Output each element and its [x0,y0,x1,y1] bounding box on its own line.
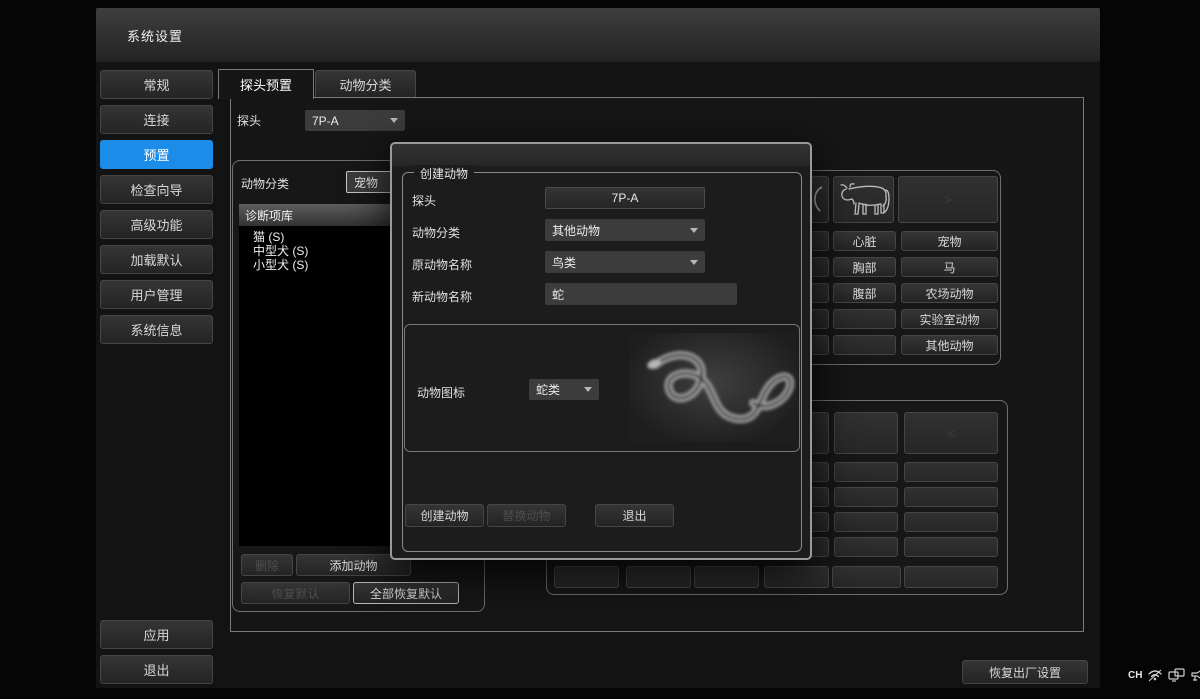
blank-icon-button[interactable] [834,412,898,454]
dialog-icon-label: 动物图标 [417,384,465,401]
dialog-category-label: 动物分类 [412,224,460,241]
dialog-exit-button[interactable]: 退出 [595,504,674,527]
delete-animal-button[interactable]: 删除 [241,554,293,576]
blank-slot-button[interactable] [904,462,998,482]
create-animal-dialog: 创建动物 探头 7P-A 动物分类 其他动物 原动物名称 鸟类 新动物名称 动物… [390,142,812,560]
restore-all-default-button[interactable]: 全部恢复默认 [353,582,459,604]
animal-icon-value: 蛇类 [536,381,560,398]
category-lab-button[interactable]: 实验室动物 [901,309,998,329]
prev-arrow-icon: < [947,426,955,441]
next-animal-button[interactable]: > [898,176,998,223]
prev-animal-button[interactable]: < [904,412,998,454]
animal-icon-preview [629,333,798,442]
snake-icon [629,333,798,442]
cow-icon [836,181,892,219]
category-other-button[interactable]: 其他动物 [901,335,998,355]
window-titlebar: 系统设置 [96,8,1100,62]
blank-slot-button[interactable] [834,512,898,532]
replace-animal-button[interactable]: 替换动物 [487,504,566,527]
blank-slot-button[interactable] [904,512,998,532]
blank-slot-button[interactable] [904,566,998,588]
dialog-probe-value: 7P-A [545,187,705,209]
blank-slot-button[interactable] [904,537,998,557]
bodypart-heart-button[interactable]: 心脏 [833,231,896,251]
blank-slot-button[interactable] [626,566,691,588]
category-horse-button[interactable]: 马 [901,257,998,277]
sidebar-item-system-info[interactable]: 系统信息 [100,315,213,344]
sidebar-item-exam-wizard[interactable]: 检查向导 [100,175,213,204]
sidebar-item-user-mgmt[interactable]: 用户管理 [100,280,213,309]
tab-animal-category[interactable]: 动物分类 [315,70,416,98]
dialog-category-value: 其他动物 [552,222,600,239]
probe-select-value: 7P-A [312,114,339,128]
factory-reset-button[interactable]: 恢复出厂设置 [962,660,1088,684]
blank-slot-button[interactable] [834,462,898,482]
tab-probe-preset[interactable]: 探头预置 [218,69,314,99]
dialog-title: 创建动物 [414,165,474,182]
probe-label: 探头 [237,112,261,129]
dialog-source-value: 鸟类 [552,254,576,271]
category-pets-button[interactable]: 宠物 [901,231,998,251]
animal-panel-title: 动物分类 [241,175,289,192]
dialog-source-select[interactable]: 鸟类 [545,251,705,273]
displays-icon [1168,668,1185,682]
sidebar-item-connect[interactable]: 连接 [100,105,213,134]
animal-category-value: 宠物 [354,174,378,191]
animal-icon-select[interactable]: 蛇类 [529,379,599,400]
status-tray: CH [1128,668,1200,682]
chevron-down-icon [390,118,398,123]
cow-icon-button[interactable] [833,176,894,223]
blank-slot-button[interactable] [833,335,896,355]
device-icon [1190,668,1200,682]
chevron-down-icon [690,228,698,233]
blank-slot-button[interactable] [904,487,998,507]
bodypart-chest-button[interactable]: 胸部 [833,257,896,277]
blank-slot-button[interactable] [554,566,619,588]
dialog-source-label: 原动物名称 [412,256,472,273]
next-arrow-icon: > [944,192,952,207]
category-farm-button[interactable]: 农场动物 [901,283,998,303]
blank-slot-button[interactable] [694,566,759,588]
sidebar-item-load-default[interactable]: 加载默认 [100,245,213,274]
dialog-probe-label: 探头 [412,192,436,209]
blank-slot-button[interactable] [832,566,901,588]
restore-default-button[interactable]: 恢复默认 [241,582,350,604]
dialog-newname-label: 新动物名称 [412,288,472,305]
blank-slot-button[interactable] [833,309,896,329]
chevron-down-icon [584,387,592,392]
sidebar-item-advanced[interactable]: 高级功能 [100,210,213,239]
new-animal-name-input[interactable] [545,283,737,305]
page-title: 系统设置 [127,26,183,45]
exit-button[interactable]: 退出 [100,655,213,684]
wifi-icon [1147,668,1163,682]
apply-button[interactable]: 应用 [100,620,213,649]
dialog-titlebar[interactable] [392,144,810,166]
language-indicator: CH [1128,670,1142,681]
probe-select[interactable]: 7P-A [305,110,405,131]
blank-slot-button[interactable] [834,487,898,507]
system-settings-screen: 系统设置 常规 连接 预置 检查向导 高级功能 加载默认 用户管理 系统信息 应… [0,0,1200,699]
sidebar-item-preset[interactable]: 预置 [100,140,213,169]
bodypart-abdomen-button[interactable]: 腹部 [833,283,896,303]
dialog-category-select[interactable]: 其他动物 [545,219,705,241]
create-animal-button[interactable]: 创建动物 [405,504,484,527]
chevron-down-icon [690,260,698,265]
blank-slot-button[interactable] [834,537,898,557]
sidebar-item-general[interactable]: 常规 [100,70,213,99]
blank-slot-button[interactable] [764,566,829,588]
